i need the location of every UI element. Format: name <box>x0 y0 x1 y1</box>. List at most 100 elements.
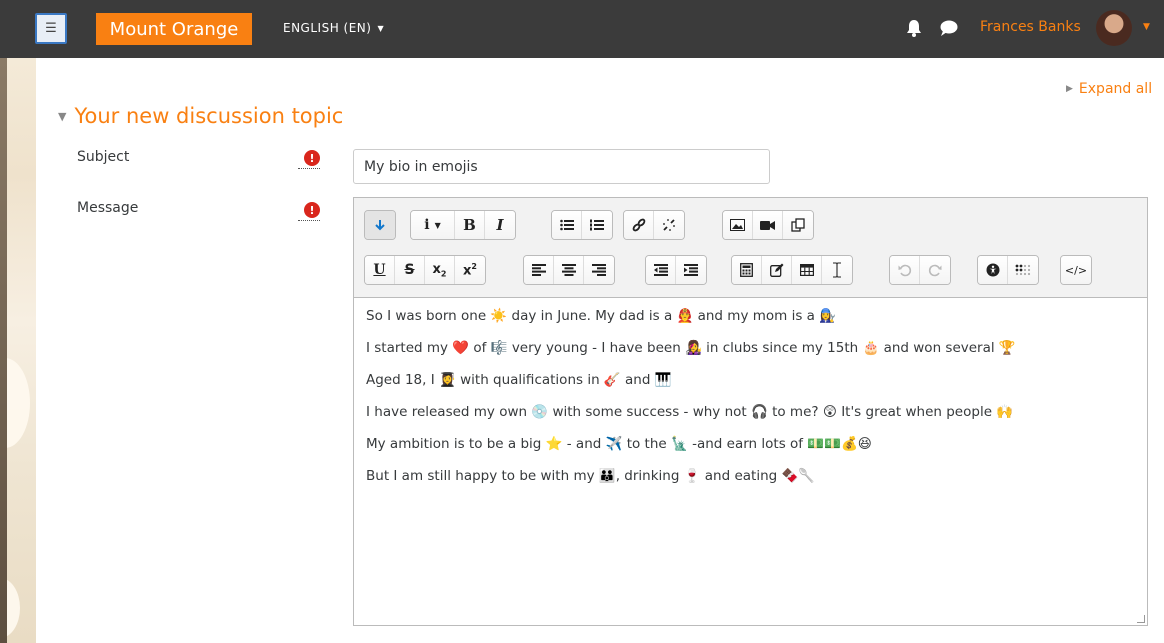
accessibility-checker-button[interactable] <box>978 256 1008 284</box>
align-center-button[interactable] <box>554 256 584 284</box>
section-title: Your new discussion topic <box>74 104 344 128</box>
decorative-edge <box>0 58 7 643</box>
toolbar-group-history <box>889 255 951 285</box>
edit-icon <box>769 263 783 277</box>
section-header[interactable]: ▼ Your new discussion topic <box>58 104 343 128</box>
content-line: I have released my own 💿 with some succe… <box>366 404 1014 420</box>
toolbar-group-links <box>623 210 685 240</box>
equation-button[interactable] <box>732 256 762 284</box>
calculator-icon <box>740 263 753 277</box>
table-button[interactable] <box>792 256 822 284</box>
paragraph-style-button[interactable]: i ▼ <box>411 211 455 239</box>
content-line: I started my ❤️ of 🎼 very young - I have… <box>366 340 1016 356</box>
align-right-icon <box>592 264 606 276</box>
braille-icon <box>1015 264 1031 276</box>
subject-label: Subject <box>77 149 130 165</box>
toolbar-group-text-format: U S x2 x2 <box>364 255 486 285</box>
manage-files-button[interactable] <box>783 211 813 239</box>
indent-icon <box>684 264 698 276</box>
undo-icon <box>898 264 911 277</box>
toolbar-group-html: </> <box>1060 255 1092 285</box>
chat-bubble-icon[interactable] <box>940 20 958 36</box>
special-character-button[interactable] <box>762 256 792 284</box>
triangle-right-icon: ▶ <box>1066 84 1073 94</box>
align-left-icon <box>531 264 546 276</box>
toolbar-group-lists <box>551 210 613 240</box>
toolbar-group-insert <box>731 255 853 285</box>
expand-all-label: Expand all <box>1078 81 1153 97</box>
collapse-icon <box>375 220 385 231</box>
superscript-icon: x2 <box>463 261 477 279</box>
outdent-icon <box>653 264 668 276</box>
resize-handle[interactable] <box>1137 615 1145 623</box>
ordered-list-icon <box>590 219 604 231</box>
expand-all-link[interactable]: ▶ Expand all <box>1066 81 1152 97</box>
content-line: So I was born one ☀️ day in June. My dad… <box>366 308 837 324</box>
unlink-button[interactable] <box>654 211 684 239</box>
unordered-list-icon <box>559 219 574 231</box>
message-editor: i ▼ B I U S x2 x2 </> So I was born one … <box>353 197 1148 626</box>
triangle-down-icon: ▼ <box>58 109 67 123</box>
table-icon <box>799 264 814 276</box>
redo-icon <box>928 264 942 277</box>
subscript-button[interactable]: x2 <box>425 256 455 284</box>
content-line: My ambition is to be a big ⭐ - and ✈️ to… <box>366 436 872 452</box>
content-line: Aged 18, I 👩‍🎓 with qualifications in 🎸 … <box>366 372 672 388</box>
subject-input[interactable] <box>353 149 770 184</box>
toolbar-group-collapse <box>364 210 396 240</box>
clear-formatting-button[interactable] <box>822 256 852 284</box>
subscript-icon: x2 <box>432 261 447 279</box>
text-cursor-icon <box>833 262 841 278</box>
unlink-icon <box>663 219 675 231</box>
strikethrough-button[interactable]: S <box>395 256 425 284</box>
strikethrough-icon: S <box>404 262 415 278</box>
italic-icon: I <box>496 216 504 234</box>
superscript-button[interactable]: x2 <box>455 256 485 284</box>
toolbar-group-style: i ▼ B I <box>410 210 516 240</box>
link-button[interactable] <box>624 211 654 239</box>
indent-button[interactable] <box>676 256 706 284</box>
required-underline <box>298 168 320 169</box>
editor-toolbar: i ▼ B I U S x2 x2 </> <box>354 198 1147 298</box>
video-camera-icon <box>760 220 775 230</box>
exclamation-circle-icon: ! <box>304 202 320 218</box>
underline-icon: U <box>373 262 386 278</box>
redo-button[interactable] <box>920 256 950 284</box>
editor-content[interactable]: So I was born one ☀️ day in June. My dad… <box>354 298 1147 625</box>
align-right-button[interactable] <box>584 256 614 284</box>
avatar[interactable] <box>1096 10 1132 46</box>
code-icon: </> <box>1064 263 1088 277</box>
image-icon <box>730 219 745 231</box>
message-label: Message <box>77 200 139 216</box>
hamburger-icon[interactable]: ☰ <box>35 13 67 44</box>
bell-icon[interactable] <box>906 19 922 37</box>
undo-button[interactable] <box>890 256 920 284</box>
media-button[interactable] <box>753 211 783 239</box>
unordered-list-button[interactable] <box>552 211 582 239</box>
caret-down-icon[interactable]: ▼ <box>1143 22 1150 32</box>
ordered-list-button[interactable] <box>582 211 612 239</box>
underline-button[interactable]: U <box>365 256 395 284</box>
link-icon <box>632 218 645 232</box>
align-left-button[interactable] <box>524 256 554 284</box>
language-menu[interactable]: ENGLISH (EN) ▼ <box>283 21 384 35</box>
html-button[interactable]: </> <box>1061 256 1091 284</box>
site-brand[interactable]: Mount Orange <box>96 13 252 45</box>
accessibility-icon <box>986 263 999 277</box>
info-icon: i <box>424 217 430 233</box>
align-center-icon <box>561 264 576 276</box>
toolbar-group-media <box>722 210 814 240</box>
image-button[interactable] <box>723 211 753 239</box>
language-label: ENGLISH (EN) <box>283 21 372 35</box>
collapse-toolbar-button[interactable] <box>365 211 395 239</box>
italic-button[interactable]: I <box>485 211 515 239</box>
caret-down-icon: ▼ <box>377 23 385 33</box>
toolbar-group-indent <box>645 255 707 285</box>
screenreader-helper-button[interactable] <box>1008 256 1038 284</box>
caret-down-icon: ▼ <box>434 220 441 230</box>
content-line: But I am still happy to be with my 👪, dr… <box>366 468 816 484</box>
outdent-button[interactable] <box>646 256 676 284</box>
bold-button[interactable]: B <box>455 211 485 239</box>
required-underline <box>298 220 320 221</box>
user-name[interactable]: Frances Banks <box>980 19 1081 35</box>
